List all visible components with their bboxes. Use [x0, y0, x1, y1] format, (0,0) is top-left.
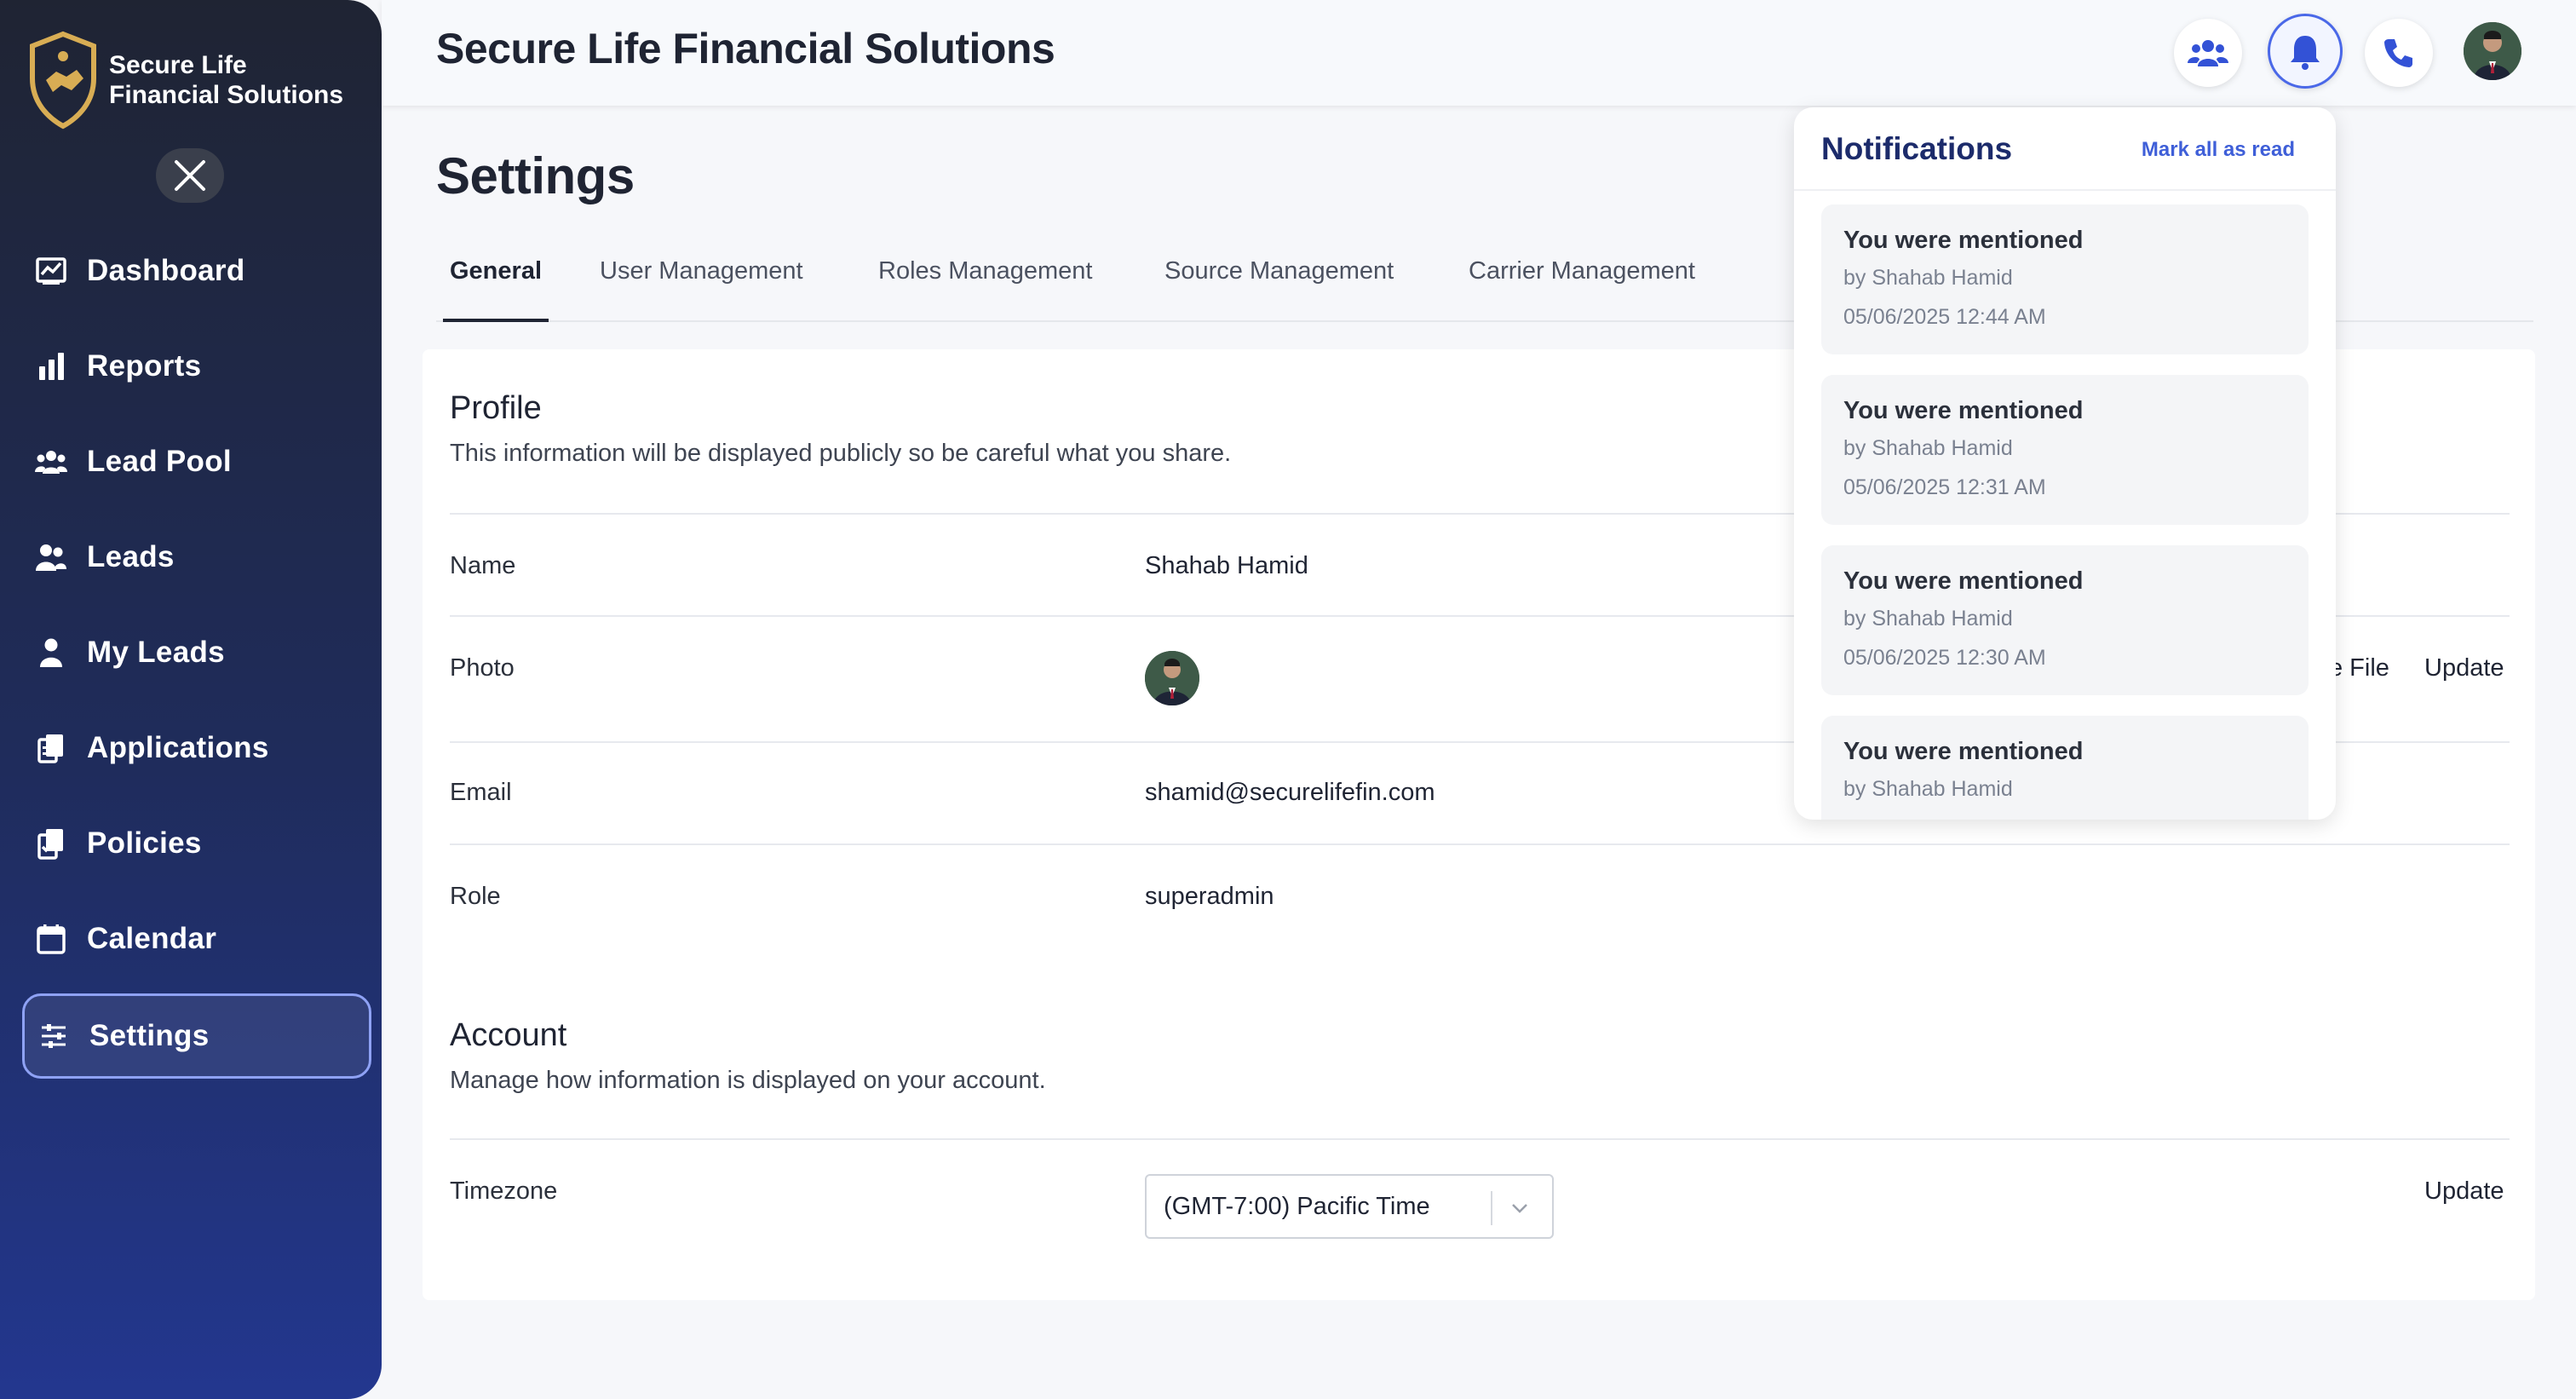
- notifications-dropdown: Notifications Mark all as read You were …: [1794, 107, 2336, 820]
- tab-user-management[interactable]: User Management: [600, 257, 803, 322]
- shield-handshake-logo-icon: [30, 31, 96, 130]
- sidebar-item-settings[interactable]: Settings: [22, 993, 371, 1079]
- notification-date: 05/06/2025 12:44 AM: [1843, 305, 2046, 329]
- email-value: shamid@securelifefin.com: [1145, 779, 1435, 806]
- notification-title: You were mentioned: [1843, 227, 2084, 254]
- notification-item[interactable]: You were mentioned by Shahab Hamid: [1821, 716, 2309, 820]
- chevron-down-icon: [1512, 1204, 1527, 1213]
- bar-chart-icon: [15, 324, 87, 409]
- tab-source-management[interactable]: Source Management: [1164, 257, 1394, 322]
- group-icon: [15, 419, 87, 504]
- tab-general[interactable]: General: [443, 257, 549, 322]
- notification-author: by Shahab Hamid: [1843, 777, 2013, 801]
- brand-name-line1: Secure Life: [109, 51, 247, 79]
- photo-label: Photo: [450, 654, 515, 682]
- sidebar-item-label: Leads: [87, 540, 175, 573]
- notifications-divider: [1794, 189, 2336, 191]
- notification-date: 05/06/2025 12:30 AM: [1843, 646, 2046, 670]
- notifications-button[interactable]: [2268, 14, 2343, 89]
- profile-photo: [1145, 651, 1199, 705]
- account-title: Account: [450, 1017, 567, 1053]
- sidebar-item-label: My Leads: [87, 636, 225, 669]
- header-title: Secure Life Financial Solutions: [436, 25, 1055, 72]
- role-value: superadmin: [1145, 883, 1274, 910]
- user-icon: [15, 610, 87, 695]
- sidebar-item-label: Reports: [87, 349, 202, 383]
- dashboard-chart-icon: [15, 228, 87, 314]
- notifications-title: Notifications: [1821, 131, 2013, 166]
- sidebar: Secure Life Financial Solutions Dashboar…: [0, 0, 382, 1399]
- tab-roles-management[interactable]: Roles Management: [878, 257, 1092, 322]
- brand[interactable]: Secure Life Financial Solutions: [27, 31, 343, 130]
- sidebar-item-calendar[interactable]: Calendar: [22, 896, 371, 982]
- timezone-select-value: (GMT-7:00) Pacific Time: [1164, 1193, 1430, 1220]
- phone-button[interactable]: [2365, 19, 2433, 87]
- divider: [450, 1138, 2510, 1140]
- sidebar-item-label: Applications: [87, 731, 269, 764]
- account-description: Manage how information is displayed on y…: [450, 1067, 1046, 1094]
- sidebar-item-label: Dashboard: [87, 254, 245, 287]
- policy-docs-icon: [15, 801, 87, 886]
- top-header: Secure Life Financial Solutions: [382, 0, 2576, 106]
- sidebar-item-lead-pool[interactable]: Lead Pool: [22, 419, 371, 504]
- notification-title: You were mentioned: [1843, 738, 2084, 765]
- name-label: Name: [450, 552, 516, 579]
- notification-title: You were mentioned: [1843, 567, 2084, 595]
- notification-author: by Shahab Hamid: [1843, 607, 2013, 630]
- sidebar-item-applications[interactable]: Applications: [22, 705, 371, 791]
- calendar-icon: [15, 896, 87, 982]
- documents-icon: [15, 705, 87, 791]
- phone-icon: [2384, 39, 2412, 67]
- brand-name: Secure Life Financial Solutions: [109, 50, 343, 110]
- sidebar-item-label: Policies: [87, 826, 202, 860]
- sidebar-item-label: Settings: [89, 1019, 210, 1052]
- bell-icon: [2291, 36, 2320, 70]
- notification-author: by Shahab Hamid: [1843, 266, 2013, 290]
- notification-author: by Shahab Hamid: [1843, 436, 2013, 460]
- sidebar-item-policies[interactable]: Policies: [22, 801, 371, 886]
- select-separator: [1491, 1191, 1492, 1225]
- users-icon: [15, 515, 87, 600]
- notification-title: You were mentioned: [1843, 397, 2084, 424]
- sliders-icon: [18, 993, 89, 1079]
- profile-title: Profile: [450, 390, 542, 426]
- timezone-update-link[interactable]: Update: [2424, 1177, 2504, 1206]
- email-label: Email: [450, 779, 512, 806]
- sidebar-item-my-leads[interactable]: My Leads: [22, 610, 371, 695]
- notification-item[interactable]: You were mentioned by Shahab Hamid 05/06…: [1821, 204, 2309, 354]
- profile-photo-image-icon: [1145, 651, 1199, 705]
- sidebar-item-leads[interactable]: Leads: [22, 515, 371, 600]
- close-sidebar-button[interactable]: [156, 148, 224, 203]
- timezone-select[interactable]: (GMT-7:00) Pacific Time: [1145, 1174, 1554, 1239]
- divider: [450, 843, 2510, 845]
- timezone-label: Timezone: [450, 1177, 558, 1205]
- sidebar-item-reports[interactable]: Reports: [22, 324, 371, 409]
- sidebar-item-dashboard[interactable]: Dashboard: [22, 228, 371, 314]
- tab-carrier-management[interactable]: Carrier Management: [1469, 257, 1695, 322]
- team-button[interactable]: [2174, 19, 2242, 87]
- notification-date: 05/06/2025 12:31 AM: [1843, 475, 2046, 499]
- close-icon: [175, 160, 205, 191]
- team-icon: [2188, 40, 2228, 66]
- mark-all-read-button[interactable]: Mark all as read: [2142, 138, 2295, 162]
- avatar-photo-icon: [2464, 22, 2521, 80]
- role-label: Role: [450, 883, 501, 910]
- user-avatar[interactable]: [2464, 22, 2521, 80]
- page-title: Settings: [436, 147, 635, 204]
- sidebar-item-label: Calendar: [87, 922, 217, 955]
- notification-item[interactable]: You were mentioned by Shahab Hamid 05/06…: [1821, 375, 2309, 525]
- name-value: Shahab Hamid: [1145, 552, 1308, 579]
- brand-name-line2: Financial Solutions: [109, 81, 344, 109]
- change-file-link[interactable]: e File: [2329, 654, 2389, 682]
- photo-update-link[interactable]: Update: [2424, 654, 2504, 682]
- profile-description: This information will be displayed publi…: [450, 440, 1232, 467]
- sidebar-item-label: Lead Pool: [87, 445, 232, 478]
- notification-item[interactable]: You were mentioned by Shahab Hamid 05/06…: [1821, 545, 2309, 695]
